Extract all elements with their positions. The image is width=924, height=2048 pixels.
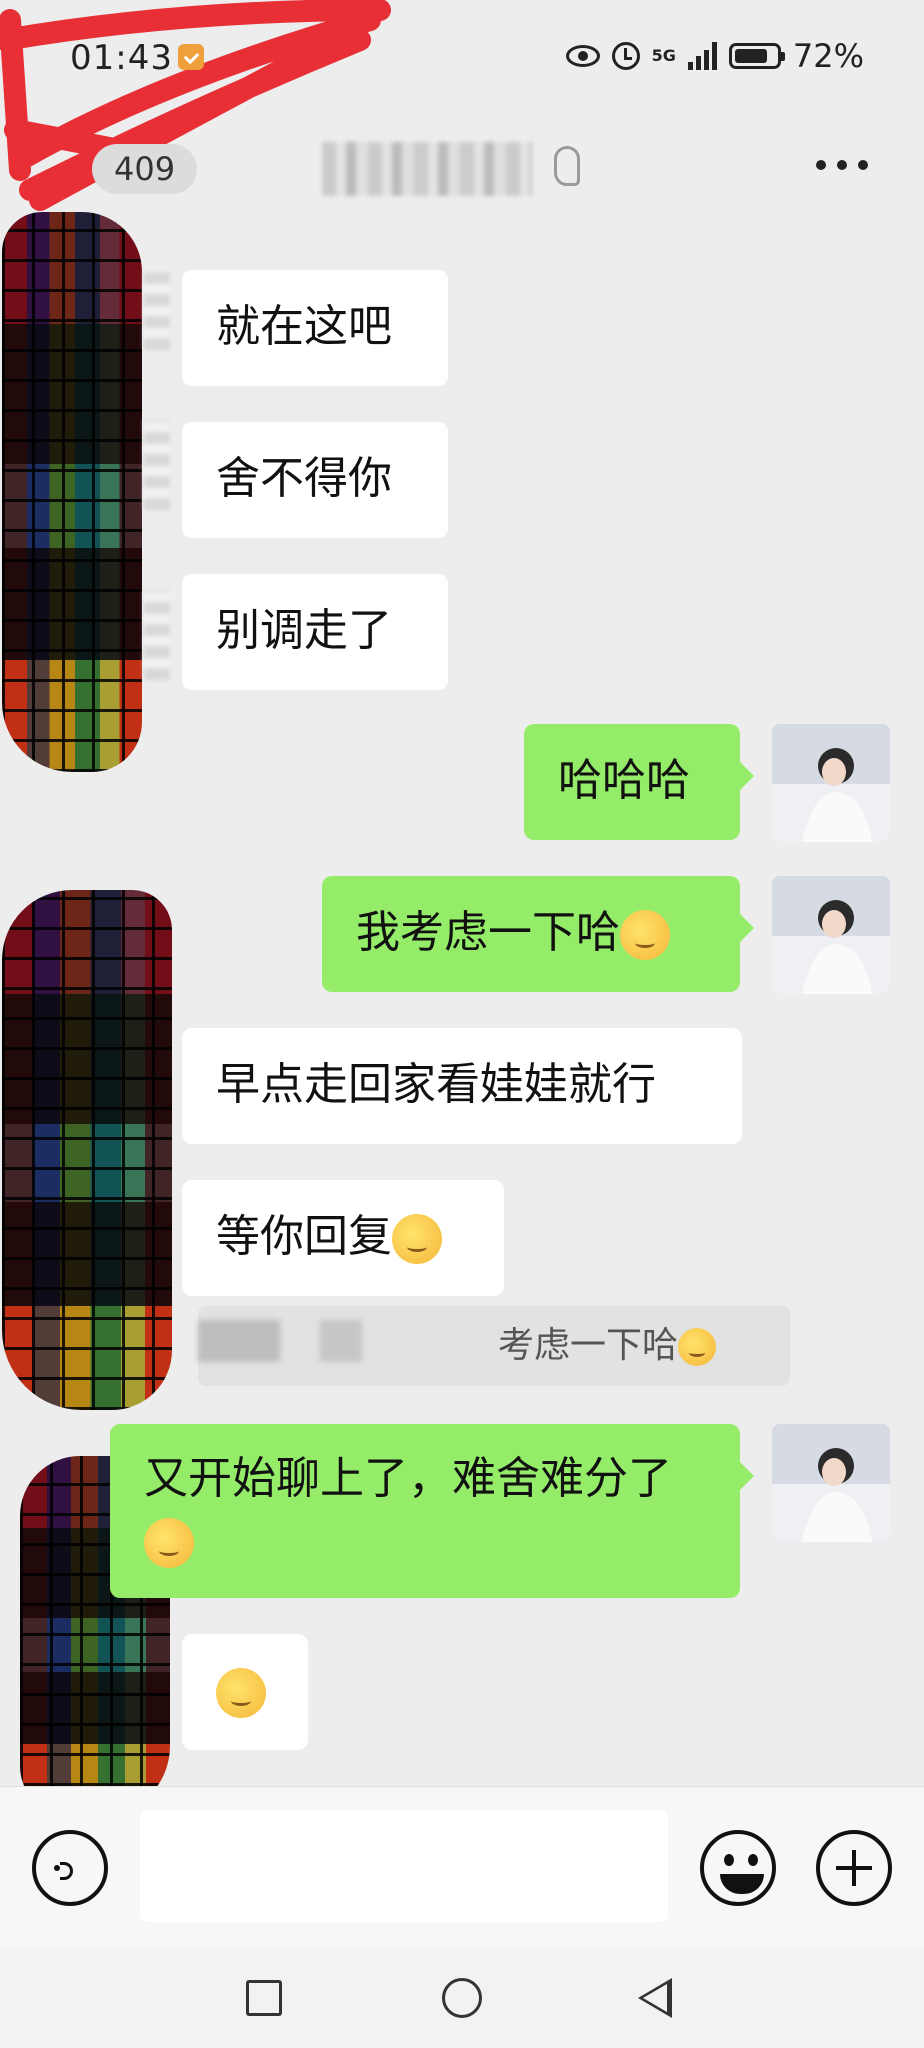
thinking-face-icon [144,1518,194,1568]
avatar-mosaic-1 [2,212,142,772]
avatar-mosaic-2 [2,890,172,1410]
thinking-face-icon [392,1214,442,1264]
signal-icon [687,42,717,70]
blurred-strip [144,270,170,350]
message-text: 又开始聊上了，难舍难分了 [144,1453,672,1504]
message-text: 舍不得你 [216,453,392,504]
thinking-face-icon [678,1328,717,1366]
more-icon[interactable] [816,160,868,172]
crying-laughing-face-icon [216,1668,266,1718]
voice-icon[interactable] [32,1830,108,1906]
thinking-face-icon [620,910,670,960]
message-bubble-outgoing[interactable]: 又开始聊上了，难舍难分了 [110,1424,754,1598]
message-text: 我考虑一下哈 [356,907,620,958]
message-bubble-incoming[interactable]: 就在这吧 [182,270,448,386]
message-bubble-incoming[interactable]: 早点走回家看娃娃就行 [182,1028,742,1144]
message-bubble-incoming[interactable] [182,1634,308,1750]
message-bubble-outgoing[interactable]: 我考虑一下哈 [322,876,754,992]
message-input[interactable] [140,1810,668,1922]
quote-sender-blurred [320,1320,362,1362]
home-circle-icon[interactable] [442,1978,482,2018]
message-text: 哈哈哈 [558,755,690,806]
message-text: 早点走回家看娃娃就行 [216,1059,656,1110]
plus-icon[interactable] [816,1830,892,1906]
emoji-icon[interactable] [700,1830,776,1906]
badge-icon [178,44,204,70]
message-bubble-incoming[interactable]: 别调走了 [182,574,448,690]
blurred-strip [144,590,170,680]
ear-icon [554,146,580,186]
message-text: 别调走了 [216,605,392,656]
battery-percent: 72% [792,37,864,75]
eye-icon [565,45,600,67]
my-avatar[interactable] [772,1424,890,1542]
quoted-message[interactable]: 考虑一下哈 [198,1306,790,1386]
status-icons: 5G 72% [565,36,864,76]
status-time: 01:43 [70,38,173,78]
avatar-photo [772,876,890,994]
battery-icon [728,43,785,69]
my-avatar[interactable] [772,724,890,842]
quote-sender-blurred [198,1320,280,1362]
network-type: 5G [651,46,676,65]
alarm-icon [611,42,640,70]
recents-square-icon[interactable] [246,1980,282,2016]
message-bubble-incoming[interactable]: 等你回复 [182,1180,504,1296]
message-text: 等你回复 [216,1211,392,1262]
quote-text: 考虑一下哈 [498,1325,679,1366]
back-unread-count[interactable]: 409 [92,144,198,194]
message-bubble-incoming[interactable]: 舍不得你 [182,422,448,538]
avatar-photo [772,724,890,842]
my-avatar[interactable] [772,876,890,994]
back-triangle-icon[interactable] [638,1978,672,2018]
message-bubble-outgoing[interactable]: 哈哈哈 [524,724,754,840]
avatar-photo [772,1424,890,1542]
blurred-strip [144,420,170,510]
chat-title-blurred [322,142,532,196]
message-text: 就在这吧 [216,301,392,352]
